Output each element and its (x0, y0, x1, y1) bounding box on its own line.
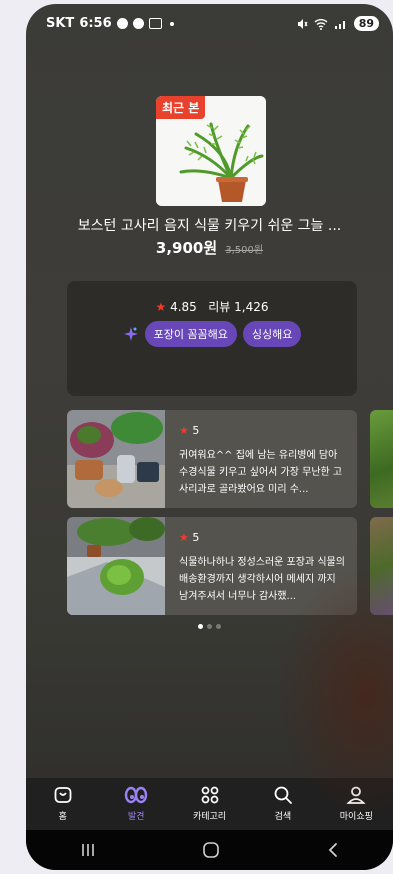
rating-value: 4.85 (170, 300, 197, 314)
grid-icon (201, 786, 218, 804)
rating-card[interactable]: ★ 4.85 리뷰 1,426 포장이 꼼꼼해요 싱싱해요 (67, 281, 357, 396)
review-rating: ★ 5 (179, 424, 199, 437)
tab-search[interactable]: 검색 (246, 778, 319, 830)
price: 3,900원 (155, 239, 218, 257)
review-card[interactable]: ★ 5 귀여워요^^ 집에 남는 유리병에 담아 수경식물 키우고 싶어서 가장… (67, 410, 357, 508)
system-navigation-bar (26, 830, 393, 870)
tab-label: 검색 (274, 812, 292, 822)
price-row: 3,900원 3,500원 (26, 237, 393, 258)
next-review-peek[interactable] (370, 517, 393, 615)
chip-packaging[interactable]: 포장이 꼼꼼해요 (144, 321, 237, 347)
tab-category[interactable]: 카테고리 (173, 778, 246, 830)
review-rating-value: 5 (192, 424, 200, 437)
star-icon: ★ (179, 531, 189, 544)
product-title[interactable]: 보스턴 고사리 음지 식물 키우기 쉬운 그늘 ... (26, 215, 393, 235)
review-rating: ★ 5 (179, 531, 199, 544)
tab-label: 마이쇼핑 (339, 812, 373, 822)
battery-indicator: 89 (353, 16, 379, 31)
review-rating-value: 5 (192, 531, 200, 544)
bottom-tab-bar: 홈 발견 카테고리 검색 마이쇼핑 (26, 778, 393, 830)
recent-apps-icon[interactable] (78, 842, 98, 858)
home-button-icon[interactable] (202, 841, 220, 859)
original-price: 3,500원 (225, 245, 264, 256)
home-notification-icon (132, 18, 144, 29)
rating-summary: ★ 4.85 리뷰 1,426 (67, 298, 357, 315)
app-notification-icon (148, 18, 162, 29)
clock: 6:56 (79, 16, 112, 31)
status-bar: SKT 6:56 89 (26, 4, 393, 44)
eyes-icon (124, 786, 148, 804)
review-photo (67, 517, 165, 615)
carrier-label: SKT (46, 16, 75, 31)
page-dot (207, 624, 212, 629)
review-text: 귀여워요^^ 집에 남는 유리병에 담아 수경식물 키우고 싶어서 가장 무난한… (179, 450, 343, 495)
recent-badge: 최근 본 (156, 96, 206, 119)
person-icon (346, 786, 366, 804)
tab-home[interactable]: 홈 (26, 778, 99, 830)
keyword-chips: 포장이 꼼꼼해요 싱싱해요 (67, 321, 357, 347)
review-text: 식물하나하나 정성스러운 포장과 식물의 배송환경까지 생각하시어 메세지 까지… (179, 557, 345, 602)
more-notifications-icon (169, 21, 174, 26)
review-count: 리뷰 1,426 (208, 300, 269, 314)
next-review-peek[interactable] (370, 410, 393, 508)
sparkle-icon (123, 327, 138, 341)
phone-screen: SKT 6:56 89 최근 본 보스턴 고사리 음지 식물 키우기 쉬운 그늘… (26, 4, 393, 870)
tab-label: 홈 (58, 812, 67, 822)
chat-notification-icon (116, 18, 128, 29)
review-card[interactable]: ★ 5 식물하나하나 정성스러운 포장과 식물의 배송환경까지 생각하시어 메세… (67, 517, 357, 615)
tab-discover[interactable]: 발견 (99, 778, 172, 830)
signal-icon (334, 20, 345, 29)
recent-product-image[interactable]: 최근 본 (156, 96, 266, 206)
chip-fresh[interactable]: 싱싱해요 (242, 321, 302, 347)
search-icon (274, 786, 292, 804)
mute-icon (297, 18, 308, 29)
review-photo (67, 410, 165, 508)
back-icon[interactable] (325, 841, 341, 859)
page-dot (216, 624, 221, 629)
tab-label: 카테고리 (192, 812, 227, 822)
page-indicator (26, 624, 393, 629)
star-icon: ★ (155, 300, 167, 314)
star-icon: ★ (179, 424, 189, 437)
shopping-bag-icon (54, 787, 72, 803)
tab-label: 발견 (127, 812, 145, 822)
wifi-icon (314, 18, 328, 30)
tab-my-shopping[interactable]: 마이쇼핑 (320, 778, 393, 830)
page-dot-active (198, 624, 203, 629)
